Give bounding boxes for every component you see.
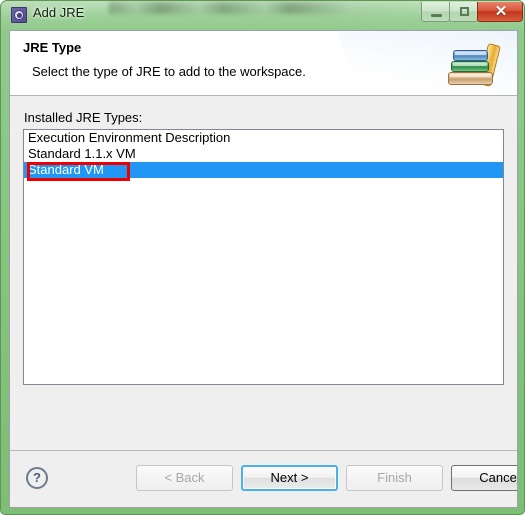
list-item[interactable]: Standard 1.1.x VM [24, 146, 503, 162]
dialog-button-bar: < Back Next > Finish Cancel [136, 465, 517, 491]
next-button[interactable]: Next > [241, 465, 338, 491]
window-title: Add JRE [33, 5, 85, 20]
maximize-button[interactable] [449, 2, 478, 22]
list-item-selected[interactable]: Standard VM [24, 162, 503, 178]
minimize-button[interactable] [421, 2, 450, 22]
installed-jre-types-label: Installed JRE Types: [24, 110, 143, 125]
window-controls: ✕ [421, 2, 523, 22]
add-jre-dialog-window: Add JRE ✕ JRE Type Select the type of JR… [0, 0, 525, 515]
dialog-client-area: JRE Type Select the type of JRE to add t… [9, 30, 518, 508]
list-item[interactable]: Execution Environment Description [24, 130, 503, 146]
wizard-banner: JRE Type Select the type of JRE to add t… [10, 31, 517, 96]
cancel-button[interactable]: Cancel [451, 465, 517, 491]
book-green [451, 61, 489, 72]
title-bar[interactable]: Add JRE ✕ [1, 1, 524, 30]
book-tan [448, 72, 493, 85]
finish-button[interactable]: Finish [346, 465, 443, 491]
book-blue [453, 50, 488, 61]
page-title: JRE Type [23, 40, 82, 55]
close-button[interactable]: ✕ [477, 2, 523, 22]
back-button[interactable]: < Back [136, 465, 233, 491]
help-icon[interactable]: ? [26, 467, 48, 489]
footer-separator [10, 450, 517, 451]
jre-gear-icon [11, 7, 27, 23]
books-stack-icon [448, 42, 510, 90]
page-description: Select the type of JRE to add to the wor… [32, 64, 306, 79]
jre-types-listbox[interactable]: Execution Environment Description Standa… [23, 129, 504, 385]
close-icon: ✕ [494, 3, 508, 20]
